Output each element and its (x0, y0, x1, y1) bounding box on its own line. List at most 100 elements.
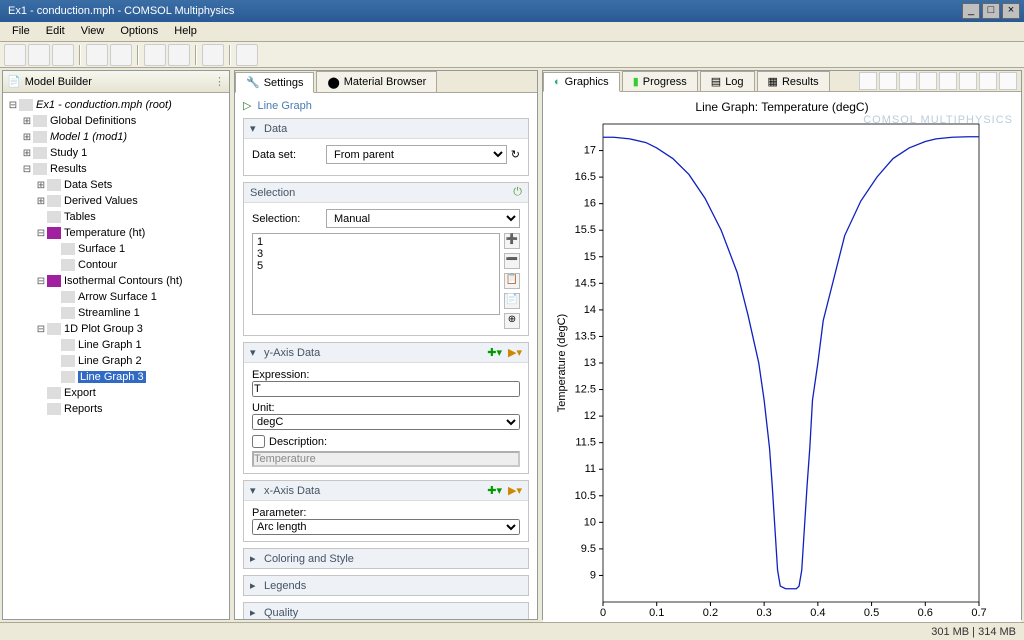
tree-node[interactable]: Line Graph 1 (7, 337, 225, 353)
model-builder-title: Model Builder (25, 76, 210, 88)
section-data: ▾Data Data set: From parent ↻ (243, 118, 529, 176)
yaxis-tool-icon[interactable]: ▶▾ (508, 346, 522, 359)
expression-input[interactable] (252, 381, 520, 397)
snapshot-icon[interactable] (979, 72, 997, 90)
tree-node[interactable]: ⊞Model 1 (mod1) (7, 129, 225, 145)
svg-text:12: 12 (584, 410, 596, 422)
selection-label: Selection: (252, 213, 326, 225)
tree-node[interactable]: ⊟Temperature (ht) (7, 225, 225, 241)
toolbar-paste-icon[interactable] (168, 44, 190, 66)
selection-remove-icon[interactable]: ➖ (504, 253, 520, 269)
zoom-box-icon[interactable] (919, 72, 937, 90)
tree-node[interactable]: ⊟Ex1 - conduction.mph (root) (7, 97, 225, 113)
minimize-button[interactable]: _ (962, 3, 980, 19)
xaxis-tool-icon[interactable]: ▶▾ (508, 484, 522, 497)
zoom-in-icon[interactable] (859, 72, 877, 90)
zoom-out-icon[interactable] (879, 72, 897, 90)
tree-node[interactable]: ⊞Derived Values (7, 193, 225, 209)
tree-node[interactable]: ⊞Data Sets (7, 177, 225, 193)
svg-text:9.5: 9.5 (581, 543, 596, 555)
xaxis-add-icon[interactable]: ✚▾ (487, 484, 502, 497)
tree-node[interactable]: Export (7, 385, 225, 401)
tree-node[interactable]: Tables (7, 209, 225, 225)
selection-paste-icon[interactable]: 📄 (504, 293, 520, 309)
section-coloring: ▸Coloring and Style (243, 548, 529, 569)
tree-node[interactable]: ⊟Results (7, 161, 225, 177)
tree-node[interactable]: Line Graph 3 (7, 369, 225, 385)
toolbar-help-icon[interactable] (236, 44, 258, 66)
results-icon: ▦ (768, 75, 778, 88)
tab-progress[interactable]: ▮Progress (622, 71, 698, 91)
print-icon[interactable] (999, 72, 1017, 90)
view-list-icon[interactable] (939, 72, 957, 90)
tree-node[interactable]: ⊞Study 1 (7, 145, 225, 161)
panel-tools-icon[interactable]: ⋮ (214, 75, 225, 88)
section-selection: Selection⏻ Selection: Manual 1 3 5 ➕ (243, 182, 529, 336)
description-input (252, 451, 520, 467)
svg-text:0.2: 0.2 (703, 607, 718, 619)
toolbar-new-icon[interactable] (4, 44, 26, 66)
menu-edit[interactable]: Edit (38, 22, 73, 41)
selection-power-icon[interactable]: ⏻ (513, 186, 522, 199)
selection-add-icon[interactable]: ➕ (504, 233, 520, 249)
tab-material-browser[interactable]: ⬤Material Browser (316, 71, 437, 92)
selection-select[interactable]: Manual (326, 209, 520, 228)
svg-text:0.4: 0.4 (810, 607, 825, 619)
settings-panel: 🔧Settings ⬤Material Browser ▷Line Graph … (234, 70, 538, 620)
selection-listbox[interactable]: 1 3 5 (252, 233, 500, 315)
tab-log[interactable]: ▤Log (700, 71, 755, 91)
toolbar-open-icon[interactable] (28, 44, 50, 66)
menu-help[interactable]: Help (166, 22, 205, 41)
section-x-axis: ▾x-Axis Data ✚▾ ▶▾ Parameter: Arc length (243, 480, 529, 542)
close-button[interactable]: × (1002, 3, 1020, 19)
svg-text:16: 16 (584, 198, 596, 210)
view-grid-icon[interactable] (959, 72, 977, 90)
svg-text:0.3: 0.3 (756, 607, 771, 619)
svg-text:11: 11 (585, 463, 596, 475)
menu-view[interactable]: View (73, 22, 113, 41)
model-tree[interactable]: ⊟Ex1 - conduction.mph (root)⊞Global Defi… (3, 93, 229, 421)
tree-node[interactable]: Streamline 1 (7, 305, 225, 321)
svg-text:16.5: 16.5 (575, 171, 596, 183)
dataset-select[interactable]: From parent (326, 145, 507, 164)
tree-node[interactable]: ⊞Global Definitions (7, 113, 225, 129)
description-checkbox[interactable] (252, 435, 265, 448)
menu-options[interactable]: Options (112, 22, 166, 41)
parameter-select[interactable]: Arc length (252, 519, 520, 535)
yaxis-add-icon[interactable]: ✚▾ (487, 346, 502, 359)
memory-status: 301 MB | 314 MB (931, 626, 1016, 638)
section-y-axis: ▾y-Axis Data ✚▾ ▶▾ Expression: Unit: deg… (243, 342, 529, 474)
toolbar-undo-icon[interactable] (86, 44, 108, 66)
parameter-label: Parameter: (252, 507, 520, 519)
svg-text:10: 10 (584, 516, 596, 528)
tree-node[interactable]: ⊟1D Plot Group 3 (7, 321, 225, 337)
main-toolbar (0, 42, 1024, 68)
dataset-reset-icon[interactable]: ↻ (511, 148, 520, 161)
svg-text:17: 17 (584, 145, 596, 157)
wrench-icon: 🔧 (246, 76, 260, 89)
plot-area[interactable]: Line Graph: Temperature (degC) COMSOL MU… (543, 92, 1021, 622)
tab-results[interactable]: ▦Results (757, 71, 830, 91)
toolbar-redo-icon[interactable] (110, 44, 132, 66)
selection-zoom-icon[interactable]: ⊕ (504, 313, 520, 329)
unit-select[interactable]: degC (252, 414, 520, 430)
toolbar-compute-icon[interactable] (202, 44, 224, 66)
tree-node[interactable]: Line Graph 2 (7, 353, 225, 369)
tab-graphics[interactable]: ◐Graphics (543, 72, 620, 92)
expression-label: Expression: (252, 369, 520, 381)
line-graph-icon: ▷ (243, 99, 251, 112)
toolbar-save-icon[interactable] (52, 44, 74, 66)
zoom-extents-icon[interactable] (899, 72, 917, 90)
tree-node[interactable]: Arrow Surface 1 (7, 289, 225, 305)
tab-settings[interactable]: 🔧Settings (235, 72, 314, 93)
selection-copy-icon[interactable]: 📋 (504, 273, 520, 289)
section-legends: ▸Legends (243, 575, 529, 596)
menu-file[interactable]: File (4, 22, 38, 41)
maximize-button[interactable]: □ (982, 3, 1000, 19)
tree-node[interactable]: Contour (7, 257, 225, 273)
toolbar-copy-icon[interactable] (144, 44, 166, 66)
tree-node[interactable]: Reports (7, 401, 225, 417)
svg-text:10.5: 10.5 (575, 490, 596, 502)
tree-node[interactable]: ⊟Isothermal Contours (ht) (7, 273, 225, 289)
tree-node[interactable]: Surface 1 (7, 241, 225, 257)
